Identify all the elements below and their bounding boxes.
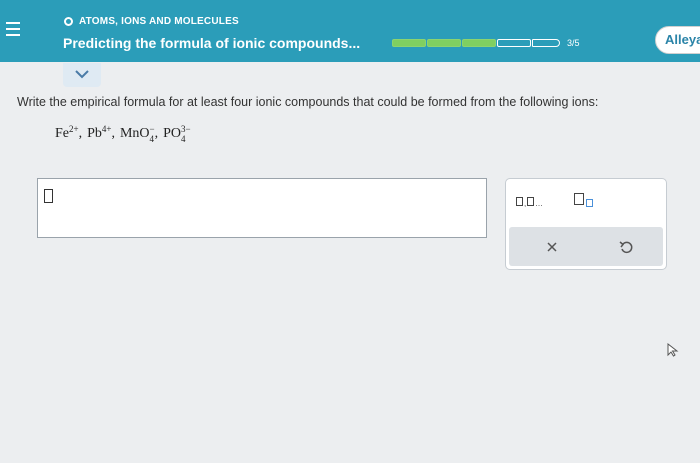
progress-segment bbox=[532, 39, 560, 47]
topic-label: ATOMS, IONS AND MOLECULES bbox=[64, 16, 239, 27]
ion-subscript: 4 bbox=[181, 134, 186, 144]
undo-icon[interactable] bbox=[614, 235, 638, 259]
progress-label: 3/5 bbox=[567, 38, 580, 48]
menu-icon[interactable] bbox=[4, 22, 22, 40]
ion-charge: − bbox=[149, 124, 155, 134]
subscript-icon[interactable] bbox=[574, 193, 598, 214]
progress-segment bbox=[427, 39, 461, 47]
ion-charge: 3− bbox=[181, 124, 191, 134]
progress-bar: 3/5 bbox=[392, 38, 580, 48]
answer-input[interactable] bbox=[37, 178, 487, 238]
topic-text: ATOMS, IONS AND MOLECULES bbox=[79, 16, 239, 27]
ion-base: Pb bbox=[87, 126, 102, 142]
ion-formula: Pb 4+ , bbox=[87, 124, 120, 144]
progress-segment bbox=[392, 39, 426, 47]
question-instruction: Write the empirical formula for at least… bbox=[17, 95, 599, 109]
svg-text:,: , bbox=[524, 199, 526, 208]
ion-base: Fe bbox=[55, 126, 69, 142]
ion-separator: , bbox=[78, 126, 83, 142]
progress-segment bbox=[462, 39, 496, 47]
header-bar: ATOMS, IONS AND MOLECULES Predicting the… bbox=[0, 0, 700, 62]
user-menu-button[interactable]: Alleya bbox=[655, 26, 700, 54]
ion-separator: , bbox=[154, 126, 159, 142]
chevron-down-icon bbox=[75, 70, 89, 79]
ion-formula: Fe 2+ , bbox=[55, 124, 87, 144]
page-title: Predicting the formula of ionic compound… bbox=[63, 35, 361, 51]
list-icon[interactable]: , … bbox=[516, 195, 543, 213]
ion-subscript: 4 bbox=[149, 134, 155, 144]
ion-base: PO bbox=[163, 126, 181, 142]
svg-text:…: … bbox=[535, 199, 542, 208]
ion-separator: , bbox=[111, 126, 115, 142]
progress-segment bbox=[497, 39, 531, 47]
collapse-toggle[interactable] bbox=[63, 63, 101, 87]
ion-formula: PO 3− 4 bbox=[163, 124, 190, 144]
ion-list: Fe 2+ , Pb 4+ , MnO −4, PO 3− 4 bbox=[55, 124, 191, 144]
ion-charge: 2+ bbox=[69, 124, 79, 134]
close-icon[interactable] bbox=[540, 235, 564, 259]
tool-panel: , … bbox=[505, 178, 667, 270]
ion-base: MnO bbox=[119, 126, 150, 142]
circle-icon bbox=[64, 17, 73, 26]
ion-subscript bbox=[69, 134, 79, 144]
input-cursor bbox=[44, 189, 53, 203]
ion-formula: MnO −4, bbox=[120, 124, 163, 144]
mouse-pointer-icon bbox=[667, 342, 679, 362]
